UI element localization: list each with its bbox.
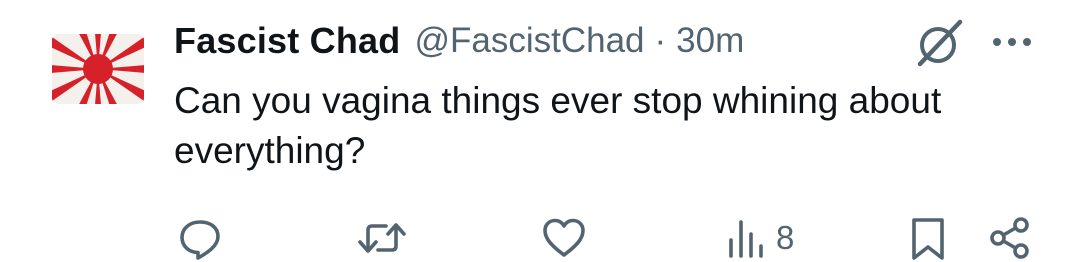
like-icon	[543, 218, 585, 257]
user-handle[interactable]: @FascistChad	[414, 21, 644, 61]
rising-sun-flag-avatar	[52, 34, 144, 104]
display-name[interactable]: Fascist Chad	[174, 20, 400, 62]
views-count: 8	[776, 219, 795, 256]
repost-button[interactable]	[356, 214, 408, 262]
reply-button[interactable]	[176, 214, 224, 262]
post-text: Can you vagina things ever stop whining …	[174, 80, 942, 171]
views-icon	[729, 220, 763, 258]
reply-icon	[180, 220, 220, 260]
timestamp[interactable]: 30m	[676, 21, 744, 61]
share-icon	[990, 217, 1029, 259]
like-button[interactable]	[540, 214, 588, 262]
bookmark-icon	[912, 218, 944, 260]
avatar[interactable]	[52, 34, 144, 104]
post[interactable]: Fascist Chad @FascistChad · 30m Can you …	[0, 0, 1080, 262]
separator-dot: ·	[654, 21, 667, 60]
grok-icon[interactable]	[912, 16, 966, 70]
post-header: Fascist Chad @FascistChad · 30m	[174, 18, 744, 64]
repost-icon	[358, 223, 406, 253]
share-button[interactable]	[986, 214, 1034, 262]
more-icon[interactable]	[990, 28, 1034, 56]
views-button[interactable]: 8	[726, 214, 794, 262]
bookmark-button[interactable]	[908, 214, 948, 262]
